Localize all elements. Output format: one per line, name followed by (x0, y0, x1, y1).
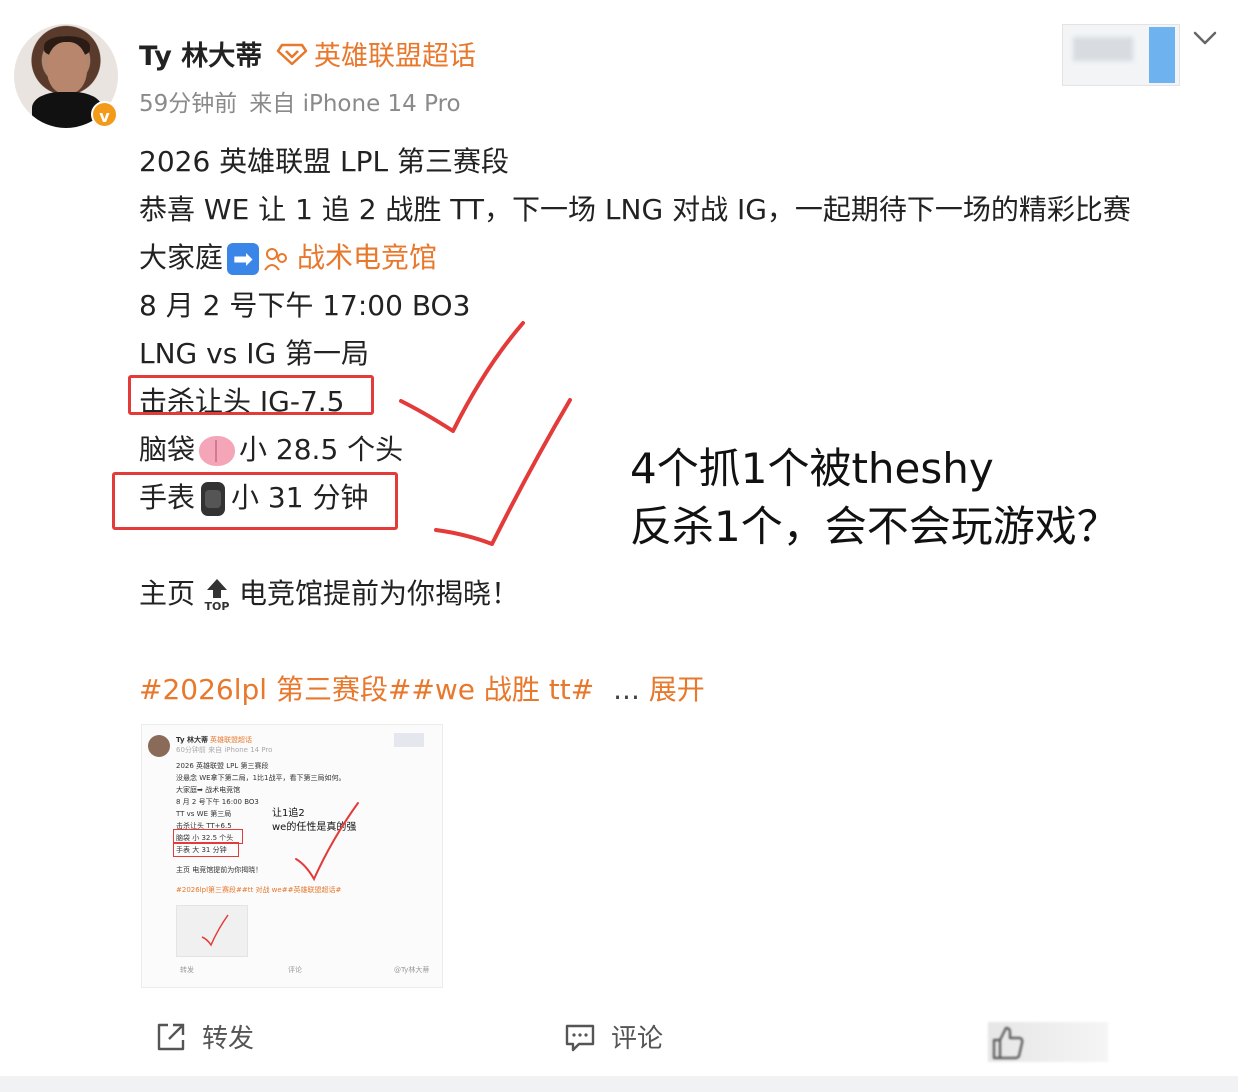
verified-badge-icon: v (91, 101, 118, 128)
right-arrow-icon: ➡ (227, 243, 260, 275)
thumb-line: 大家庭➡ 战术电竞馆 (176, 786, 241, 794)
thumb-line: 主页 电竞馆提前为你揭晓！ (176, 866, 263, 874)
chevron-down-icon[interactable] (1192, 28, 1218, 48)
post-line-heads: 脑袋 小 28.5 个头 (139, 428, 403, 468)
thumbs-up-icon (992, 1026, 1024, 1060)
comment-label: 评论 (611, 1024, 664, 1054)
annotation-line-2: 反杀1个，会不会玩游戏？ (630, 502, 1119, 551)
image-thumbnail[interactable]: Ty 林大蒂 英雄联盟超话 60分钟前 来自 iPhone 14 Pro 202… (141, 724, 443, 988)
highlight-box-handicap (128, 375, 374, 415)
thumb-line: 2026 英雄联盟 LPL 第三赛段 (176, 762, 269, 770)
repost-button[interactable]: 转发 (154, 1018, 254, 1055)
heads-value: 小 28.5 个头 (239, 433, 404, 466)
checkmark-2 (434, 398, 572, 546)
follow-thumbnail[interactable] (1062, 24, 1180, 86)
thumb-checkmark (295, 802, 359, 882)
comment-button[interactable]: 评论 (563, 1018, 663, 1055)
thumb-box-2 (173, 842, 239, 857)
share-icon (157, 1023, 185, 1050)
blurred-button (1149, 27, 1175, 83)
thumb-comment: 评论 (288, 966, 302, 974)
thumb-watermark: @Ty林大蒂 (394, 966, 430, 974)
thumb-line: 8 月 2 号下午 16:00 BO3 (176, 798, 259, 806)
supergroup-icon (264, 248, 288, 271)
avatar-face (47, 42, 87, 94)
top-arrow-icon: TOP (205, 579, 230, 612)
expand-link[interactable]: 展开 (649, 673, 705, 706)
thumb-repost: 转发 (180, 966, 194, 974)
username[interactable]: Ty 林大蒂 (139, 34, 262, 73)
thumb-username: Ty 林大蒂 (176, 736, 208, 744)
highlight-box-duration (112, 472, 398, 530)
diamond-icon (276, 43, 308, 65)
post-time: 59分钟前 (139, 91, 238, 117)
repost-label: 转发 (202, 1024, 255, 1054)
post-meta: 59分钟前 来自 iPhone 14 Pro (139, 84, 461, 118)
family-label: 大家庭 (139, 241, 224, 274)
top-label: TOP (205, 600, 230, 612)
hashtags-link[interactable]: #2026lpl 第三赛段##we 战胜 tt# (139, 673, 594, 706)
homepage-label: 主页 (139, 577, 196, 610)
thumb-hashtags: #2026lpl第三赛段##tt 对战 we##英雄联盟超话# (176, 886, 342, 894)
blurred-block (1073, 37, 1133, 61)
post-line-family: 大家庭 ➡ 战术电竞馆 (139, 236, 437, 276)
heads-label: 脑袋 (139, 433, 196, 466)
thumb-topic: 英雄联盟超话 (210, 736, 252, 744)
annotation-line-1: 4个抓1个被theshy (630, 444, 994, 493)
comment-icon (565, 1024, 595, 1051)
brain-icon (199, 436, 236, 466)
thumb-line: TT vs WE 第三局 (176, 810, 232, 818)
venue-link[interactable]: 战术电竞馆 (297, 241, 437, 274)
like-button-blurred[interactable] (988, 1022, 1108, 1062)
topic-label: 英雄联盟超话 (314, 41, 476, 72)
thumb-follow-blur (394, 733, 424, 747)
thumb-nested-checkmark (201, 914, 229, 947)
homepage-text: 电竞馆提前为你揭晓！ (239, 577, 520, 610)
bottom-divider (0, 1076, 1238, 1092)
ellipsis: ... (613, 673, 640, 706)
post-line-congrats: 恭喜 WE 让 1 追 2 战胜 TT，下一场 LNG 对战 IG，一起期待下一… (139, 193, 1131, 226)
post-line-match: LNG vs IG 第一局 (139, 337, 370, 370)
post-line-title: 2026 英雄联盟 LPL 第三赛段 (139, 145, 510, 178)
thumb-meta: 60分钟前 来自 iPhone 14 Pro (176, 746, 273, 754)
post-line-homepage: 主页 TOP 电竞馆提前为你揭晓！ (139, 572, 519, 612)
annotation-text: 4个抓1个被theshy 反杀1个，会不会玩游戏？ (630, 440, 1119, 556)
post-source: 来自 iPhone 14 Pro (249, 91, 461, 117)
hashtag-line: #2026lpl 第三赛段##we 战胜 tt# ... 展开 (139, 668, 705, 708)
thumb-avatar (148, 735, 170, 757)
thumb-line: 没悬念 WE拿下第二局，1比1战平，看下第三局如何。 (176, 774, 346, 782)
topic-link[interactable]: 英雄联盟超话 (276, 34, 476, 73)
